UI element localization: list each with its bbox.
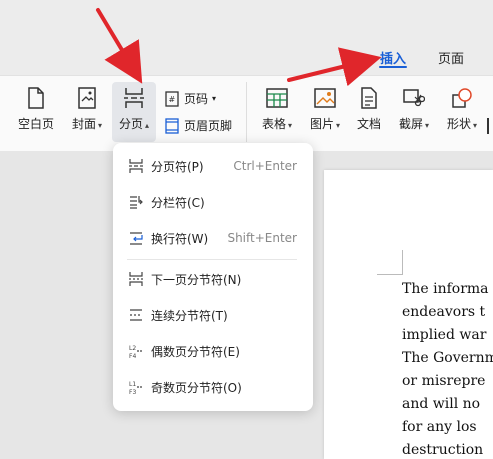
- page-break-menu: 分页符(P) Ctrl+Enter 分栏符(C) 换行符(W) Shift+En…: [113, 143, 313, 411]
- page-break-icon: [127, 157, 145, 175]
- menu-item-next-page-section-break[interactable]: 下一页分节符(N): [113, 265, 313, 293]
- picture-button[interactable]: 图片 ▾: [302, 85, 348, 132]
- page-break-button[interactable]: 分页 ▴: [112, 82, 156, 142]
- page-break-label: 分页: [118, 117, 143, 131]
- cover-button[interactable]: 封面 ▾: [64, 85, 110, 132]
- cover-icon: [74, 85, 100, 111]
- document-line: The Governm: [402, 350, 493, 366]
- document-line: The informa: [402, 281, 489, 297]
- page-number-button[interactable]: # 页码 ▾: [164, 90, 216, 107]
- margin-marker: [402, 250, 403, 275]
- menu-item-label: 奇数页分节符(O): [151, 380, 242, 395]
- svg-text:L2: L2: [129, 345, 136, 352]
- cover-label: 封面: [71, 117, 96, 131]
- document-line: and will no: [402, 396, 481, 412]
- document-icon: [356, 85, 382, 111]
- blank-page-label: 空白页: [17, 117, 54, 131]
- document-page[interactable]: The informa endeavors t implied war The …: [324, 170, 493, 459]
- page-number-label: 页码: [184, 92, 209, 106]
- tab-insert[interactable]: 插入: [380, 48, 406, 67]
- menu-item-label: 连续分节符(T): [151, 308, 228, 323]
- chevron-down-icon: ▾: [98, 121, 103, 130]
- document-line: endeavors t: [402, 304, 486, 320]
- chevron-down-icon: ▾: [425, 121, 430, 130]
- chevron-up-icon: ▴: [145, 121, 150, 130]
- document-line: implied war: [402, 327, 487, 343]
- blank-page-button[interactable]: 空白页: [10, 85, 62, 132]
- tab-bar: 插入 页面: [0, 0, 493, 75]
- table-button[interactable]: 表格 ▾: [254, 85, 300, 132]
- svg-text:#: #: [169, 95, 176, 104]
- document-line: for any los: [402, 419, 477, 435]
- column-break-icon: [127, 193, 145, 211]
- shapes-button[interactable]: 形状 ▾: [440, 85, 484, 132]
- menu-item-label: 分栏符(C): [151, 195, 205, 210]
- picture-icon: [312, 85, 338, 111]
- menu-item-line-break[interactable]: 换行符(W) Shift+Enter: [113, 224, 313, 252]
- blank-page-icon: [23, 85, 49, 111]
- menu-item-label: 换行符(W): [151, 231, 209, 246]
- page-number-icon: #: [164, 90, 180, 107]
- menu-item-even-page-section-break[interactable]: L2 F4 偶数页分节符(E): [113, 337, 313, 365]
- tab-page[interactable]: 页面: [438, 48, 464, 67]
- overflow-ribbon-item[interactable]: [487, 118, 493, 134]
- shapes-icon: [449, 85, 475, 111]
- chevron-down-icon: ▾: [288, 121, 293, 130]
- menu-item-label: 分页符(P): [151, 159, 204, 174]
- menu-item-label: 下一页分节符(N): [151, 272, 242, 287]
- ribbon-toolbar: 空白页 封面 ▾ 分页 ▴ # 页码 ▾ 页眉页脚 表格 ▾ 图片 ▾ 文档 截…: [0, 75, 493, 152]
- next-page-section-break-icon: [127, 270, 145, 288]
- document-line: or misrepre: [402, 373, 486, 389]
- table-icon: [264, 85, 290, 111]
- screenshot-button[interactable]: 截屏 ▾: [392, 85, 436, 132]
- ribbon-divider: [246, 82, 247, 142]
- continuous-section-break-icon: [127, 306, 145, 324]
- chevron-down-icon: ▾: [212, 94, 217, 103]
- menu-item-odd-page-section-break[interactable]: L1 F3 奇数页分节符(O): [113, 373, 313, 401]
- picture-label: 图片: [309, 117, 334, 131]
- screenshot-icon: [401, 85, 427, 111]
- document-line: destruction: [402, 442, 484, 458]
- textbox-label: 文档: [356, 117, 381, 131]
- header-footer-icon: [164, 117, 180, 134]
- odd-page-section-break-icon: L1 F3: [127, 378, 145, 396]
- document-text: The informa endeavors t implied war The …: [402, 278, 493, 459]
- menu-divider: [127, 259, 297, 260]
- page-break-icon: [121, 85, 147, 111]
- active-tab-indicator: [379, 66, 407, 68]
- header-footer-button[interactable]: 页眉页脚: [164, 117, 232, 134]
- table-label: 表格: [261, 117, 286, 131]
- margin-marker: [377, 274, 403, 275]
- svg-text:L1: L1: [129, 381, 136, 388]
- menu-item-page-break[interactable]: 分页符(P) Ctrl+Enter: [113, 152, 313, 180]
- even-page-section-break-icon: L2 F4: [127, 342, 145, 360]
- svg-text:F4: F4: [129, 353, 136, 359]
- screenshot-label: 截屏: [398, 117, 423, 131]
- textbox-button[interactable]: 文档: [350, 85, 388, 132]
- header-footer-label: 页眉页脚: [184, 119, 233, 133]
- shapes-label: 形状: [446, 117, 471, 131]
- chevron-down-icon: ▾: [336, 121, 341, 130]
- line-break-icon: [127, 229, 145, 247]
- menu-item-shortcut: Ctrl+Enter: [233, 159, 297, 173]
- menu-item-column-break[interactable]: 分栏符(C): [113, 188, 313, 216]
- menu-item-continuous-section-break[interactable]: 连续分节符(T): [113, 301, 313, 329]
- menu-item-shortcut: Shift+Enter: [227, 231, 297, 245]
- menu-item-label: 偶数页分节符(E): [151, 344, 240, 359]
- svg-text:F3: F3: [129, 389, 136, 395]
- chevron-down-icon: ▾: [473, 121, 478, 130]
